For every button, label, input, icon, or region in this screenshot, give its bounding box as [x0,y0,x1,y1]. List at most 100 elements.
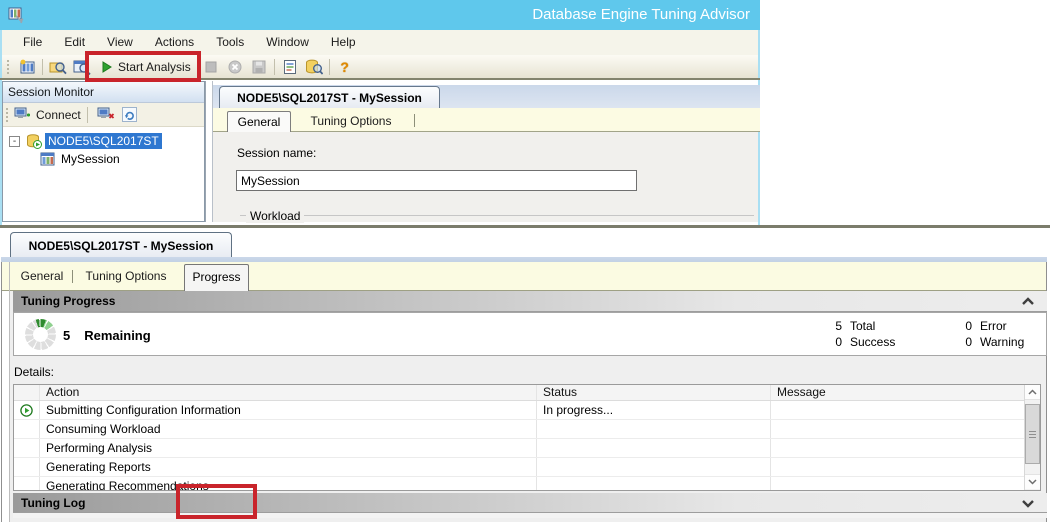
message-cell [771,401,1023,419]
dta-session-window: NODE5\SQL2017ST - MySession General Tuni… [0,228,1050,522]
workload-group-label: Workload [246,209,304,223]
tab-progress[interactable]: Progress [184,264,249,291]
general-tab-content: Session name: Workload [213,132,758,222]
scroll-down-button[interactable] [1025,474,1040,489]
table-row[interactable]: Consuming Workload [14,420,1024,439]
menu-help[interactable]: Help [320,30,367,55]
chevron-up-icon[interactable] [1021,297,1035,306]
remaining-count: 5 [63,328,70,343]
progress-spinner-icon [25,319,56,350]
menu-file[interactable]: File [12,30,53,55]
collapse-expander-icon[interactable]: - [9,136,20,147]
row-status-cell [14,458,40,476]
session-icon [40,152,56,167]
vertical-scrollbar[interactable] [1024,385,1040,490]
stat-error-value: 0 [944,319,972,335]
document-tab[interactable]: NODE5\SQL2017ST - MySession [219,86,440,108]
in-progress-icon [20,404,33,417]
highlight-box-progress-tab [176,484,257,519]
progress-summary-panel: 5 Remaining 5 Total 0 Error 0 Success 0 … [13,312,1047,356]
connect-icon [14,107,32,122]
chevron-down-icon[interactable] [1021,499,1035,508]
menu-tools[interactable]: Tools [205,30,255,55]
document-icon [283,59,297,75]
tuning-progress-section-header[interactable]: Tuning Progress [13,291,1047,312]
tab-separator [72,270,73,283]
session-monitor-panel: Session Monitor Connect [2,81,205,222]
tuning-log-body-edge [13,513,1047,518]
toolbar-separator [329,59,330,75]
tree-node-server[interactable]: NODE5\SQL2017ST [45,133,162,149]
tuning-log-section-header[interactable]: Tuning Log [13,493,1047,513]
help-button[interactable]: ? [333,57,357,77]
menu-window[interactable]: Window [255,30,320,55]
table-row[interactable]: Generating Recommendations [14,477,1024,491]
scrollbar-thumb[interactable] [1025,404,1040,464]
message-cell [771,420,1023,438]
action-cell: Generating Reports [40,458,537,476]
connect-label: Connect [36,108,81,122]
action-cell: Generating Recommendations [40,477,537,491]
action-cell: Performing Analysis [40,439,537,457]
stat-success-value: 0 [814,335,842,351]
tab-general[interactable]: General [227,111,291,132]
remaining-label: Remaining [84,328,150,343]
panel-splitter[interactable] [205,81,206,222]
document-tab[interactable]: NODE5\SQL2017ST - MySession [10,232,232,258]
table-row[interactable]: Generating Reports [14,458,1024,477]
tree-row-session[interactable]: MySession [3,150,204,168]
cancel-button[interactable] [223,57,247,77]
stat-total-value: 5 [814,319,842,335]
tab-tuning-options[interactable]: Tuning Options [80,266,172,287]
column-header-action[interactable]: Action [40,385,537,400]
tab-tuning-options[interactable]: Tuning Options [296,111,406,132]
details-table-header: Action Status Message [14,385,1024,401]
column-header-icon[interactable] [14,385,40,400]
status-cell [537,477,771,491]
table-row[interactable]: Performing Analysis [14,439,1024,458]
column-header-status[interactable]: Status [537,385,771,400]
status-cell [537,458,771,476]
status-cell: In progress... [537,401,771,419]
progress-spinner-hole [33,327,48,342]
session-name-input[interactable] [236,170,637,191]
screenshot-canvas: Database Engine Tuning Advisor File Edit… [0,0,1061,522]
import-definition-button[interactable] [278,57,302,77]
stop-analysis-button[interactable] [199,57,223,77]
column-header-message[interactable]: Message [771,385,1023,400]
details-label: Details: [14,365,54,379]
scroll-up-icon [1028,389,1037,395]
evaluate-recommendations-button[interactable] [302,57,326,77]
tab-general[interactable]: General [18,266,66,287]
thumb-grip [1029,431,1036,432]
tuning-log-title: Tuning Log [21,496,85,510]
connect-button[interactable]: Connect [14,107,81,122]
stop-icon [205,61,217,73]
session-monitor-tree: - NODE5\SQL2017ST [3,127,204,168]
refresh-button[interactable] [118,105,142,125]
toolbar-grip[interactable] [7,60,12,74]
toolbar-separator [42,59,43,75]
toolbar-grip[interactable] [6,108,11,122]
tuning-progress-title: Tuning Progress [21,294,115,308]
stat-success-label: Success [850,335,936,351]
scroll-up-button[interactable] [1025,385,1040,400]
message-cell [771,439,1023,457]
message-cell [771,477,1023,491]
save-button[interactable] [247,57,271,77]
disconnect-button[interactable] [94,105,118,125]
disconnect-icon [97,107,115,122]
tree-row-server[interactable]: - NODE5\SQL2017ST [3,132,204,150]
app-icon [8,7,25,24]
stat-warning-value: 0 [944,335,972,351]
session-monitor-toolbar: Connect [3,103,204,127]
stat-warning-label: Warning [980,335,1061,351]
row-status-cell [14,420,40,438]
new-session-button[interactable] [15,57,39,77]
open-session-button[interactable] [46,57,70,77]
table-row[interactable]: Submitting Configuration Information In … [14,401,1024,420]
refresh-icon [122,107,137,122]
row-status-cell [14,439,40,457]
session-name-label: Session name: [237,146,316,160]
tree-node-session[interactable]: MySession [61,152,120,166]
